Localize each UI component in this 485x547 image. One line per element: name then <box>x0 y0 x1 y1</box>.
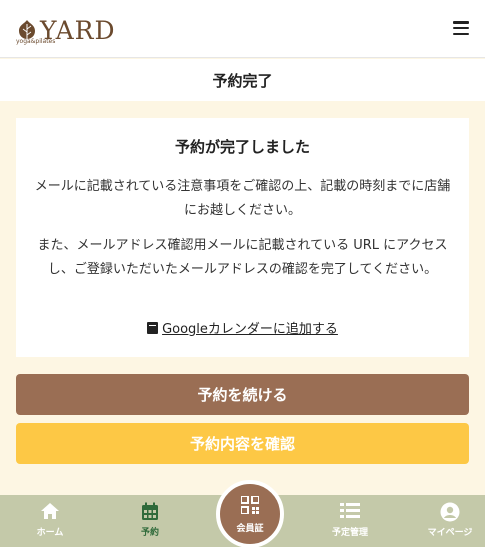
page-title-bar: 予約完了 <box>0 59 485 101</box>
yard-logo[interactable]: YARD yoga&pilates <box>16 14 115 46</box>
tab-mypage[interactable]: マイページ <box>400 495 485 547</box>
member-card-label: 会員証 <box>236 524 264 534</box>
tab-home[interactable]: ホーム <box>0 495 100 547</box>
confirmation-card: 予約が完了しました メールに記載されている注意事項をご確認の上、記載の時刻までに… <box>16 118 469 357</box>
tab-home-label: ホーム <box>36 528 64 538</box>
card-heading: 予約が完了しました <box>174 138 310 156</box>
calendar-icon <box>142 502 158 520</box>
google-calendar-link[interactable]: Googleカレンダーに追加する <box>162 322 338 337</box>
list-icon <box>340 503 360 518</box>
user-circle-icon <box>440 502 460 522</box>
home-icon <box>41 503 59 519</box>
member-card-button[interactable]: 会員証 <box>216 480 284 547</box>
tab-mypage-label: マイページ <box>427 528 473 538</box>
app-header: YARD yoga&pilates <box>0 0 485 58</box>
qr-code-icon <box>241 496 259 514</box>
card-message-email-verify: また、メールアドレス確認用メールに記載されている URL にアクセスし、ご登録い… <box>37 238 448 277</box>
google-calendar-row: Googleカレンダーに追加する <box>16 318 469 337</box>
confirm-reservation-button[interactable]: 予約内容を確認 <box>16 423 469 464</box>
card-message-notice: メールに記載されている注意事項をご確認の上、記載の時刻までに店舗にお越しください… <box>34 179 451 218</box>
logo-subtitle: yoga&pilates <box>16 38 56 45</box>
tab-reserve[interactable]: 予約 <box>100 495 200 547</box>
calendar-plus-icon <box>147 322 159 334</box>
hamburger-menu-icon[interactable] <box>453 21 469 36</box>
continue-reservation-button[interactable]: 予約を続ける <box>16 374 469 415</box>
tab-schedule-label: 予定管理 <box>331 528 368 538</box>
page-title: 予約完了 <box>212 71 273 90</box>
tab-reserve-label: 予約 <box>140 528 159 538</box>
tab-schedule[interactable]: 予定管理 <box>300 495 400 547</box>
